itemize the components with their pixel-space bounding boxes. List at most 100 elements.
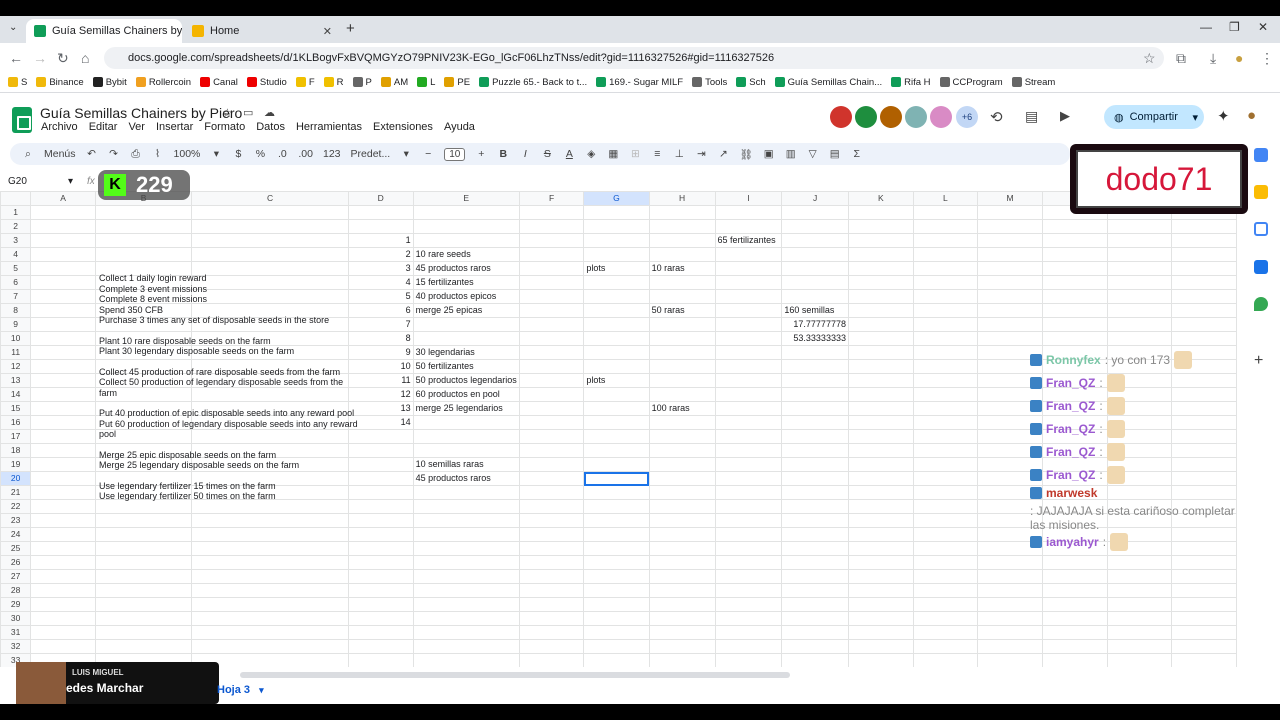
increase-decimal-button[interactable]: .00 — [298, 148, 313, 160]
bookmark-item[interactable]: Guía Semillas Chain... — [774, 77, 882, 88]
italic-icon[interactable]: I — [519, 148, 531, 160]
cell[interactable] — [847, 219, 914, 234]
cell[interactable] — [1041, 639, 1108, 654]
bookmark-item[interactable]: L — [417, 77, 435, 88]
cell[interactable] — [977, 331, 1043, 346]
cell[interactable] — [347, 569, 414, 584]
cell[interactable] — [977, 611, 1043, 626]
cell[interactable] — [648, 583, 716, 598]
keep-icon[interactable] — [1254, 185, 1268, 199]
cell[interactable] — [30, 457, 96, 472]
cell[interactable] — [1106, 303, 1173, 318]
cell[interactable] — [648, 597, 716, 612]
cell[interactable] — [1106, 583, 1173, 598]
cell[interactable] — [912, 387, 979, 402]
number-format-button[interactable]: 123 — [323, 148, 341, 160]
cell[interactable] — [847, 611, 914, 626]
text-rotation-icon[interactable]: ↗ — [717, 148, 729, 160]
cell[interactable] — [30, 289, 96, 304]
cell[interactable] — [714, 443, 783, 458]
cell[interactable] — [30, 345, 96, 360]
cell[interactable] — [191, 247, 349, 262]
cell[interactable] — [781, 653, 849, 667]
cell[interactable] — [714, 597, 783, 612]
sheet-tab-hoja3[interactable]: Hoja 3 ▾ — [217, 684, 264, 696]
row-header[interactable]: 20 — [0, 471, 32, 486]
cell[interactable] — [30, 611, 96, 626]
cell[interactable] — [847, 233, 914, 248]
row-header[interactable]: 16 — [0, 415, 32, 430]
chevron-down-icon[interactable]: ▾ — [259, 685, 264, 695]
filter-views-icon[interactable]: ▤ — [829, 148, 841, 160]
document-title[interactable]: Guía Semillas Chainers by Piero — [40, 105, 242, 121]
row-header[interactable]: 14 — [0, 387, 32, 402]
cell[interactable] — [977, 597, 1043, 612]
cell[interactable] — [94, 597, 193, 612]
cell[interactable] — [94, 513, 193, 528]
font-select[interactable]: Predet... — [351, 148, 391, 160]
browser-menu-icon[interactable]: ⋮ — [1260, 50, 1274, 67]
cell[interactable]: 45 productos raros — [412, 471, 520, 486]
collaborator-avatar[interactable] — [855, 106, 877, 128]
filter-icon[interactable]: ▽ — [807, 148, 819, 160]
cell[interactable] — [30, 415, 96, 430]
cell[interactable] — [714, 653, 783, 667]
cell[interactable] — [912, 499, 979, 514]
cell[interactable] — [583, 583, 650, 598]
share-button[interactable]: ◍ Compartir ▾ — [1104, 105, 1204, 129]
cell[interactable] — [912, 205, 979, 220]
cell[interactable] — [714, 219, 783, 234]
cell[interactable] — [94, 639, 193, 654]
cell[interactable] — [94, 625, 193, 640]
menu-item[interactable]: Extensiones — [373, 121, 433, 133]
cell[interactable] — [714, 499, 783, 514]
cell[interactable] — [518, 317, 585, 332]
cell[interactable] — [583, 387, 650, 402]
cell[interactable] — [583, 289, 650, 304]
cell[interactable] — [847, 513, 914, 528]
cell[interactable] — [714, 527, 783, 542]
cell[interactable] — [781, 513, 849, 528]
history-icon[interactable]: ⟲ — [990, 108, 1003, 126]
cell[interactable] — [191, 625, 349, 640]
cell[interactable] — [781, 415, 849, 430]
cell[interactable] — [1041, 583, 1108, 598]
cell[interactable] — [518, 275, 585, 290]
bookmark-item[interactable]: Tools — [692, 77, 727, 88]
menu-item[interactable]: Herramientas — [296, 121, 362, 133]
cell[interactable] — [583, 345, 650, 360]
menu-item[interactable]: Ayuda — [444, 121, 475, 133]
row-header[interactable]: 15 — [0, 401, 32, 416]
cell[interactable] — [781, 569, 849, 584]
cell[interactable] — [1041, 275, 1108, 290]
row-header[interactable]: 9 — [0, 317, 32, 332]
cell[interactable] — [912, 471, 979, 486]
add-addon-icon[interactable]: + — [1254, 352, 1263, 370]
cell[interactable] — [781, 639, 849, 654]
cell[interactable] — [583, 499, 650, 514]
cell[interactable] — [714, 471, 783, 486]
cell[interactable] — [781, 471, 849, 486]
bookmark-item[interactable]: Puzzle 65.- Back to t... — [479, 77, 587, 88]
fill-color-icon[interactable]: ◈ — [585, 148, 597, 160]
cell[interactable] — [781, 611, 849, 626]
row-header[interactable]: 12 — [0, 359, 32, 374]
cell[interactable] — [648, 555, 716, 570]
cell[interactable] — [30, 317, 96, 332]
gemini-icon[interactable]: ✦ — [1217, 107, 1230, 125]
contacts-icon[interactable] — [1254, 260, 1268, 274]
cell[interactable]: 40 productos epicos — [412, 289, 520, 304]
cell[interactable] — [583, 527, 650, 542]
cell[interactable] — [1106, 317, 1173, 332]
cell[interactable] — [847, 569, 914, 584]
cell[interactable] — [714, 387, 783, 402]
cell[interactable] — [412, 485, 520, 500]
cell[interactable] — [583, 457, 650, 472]
cell[interactable] — [847, 443, 914, 458]
cell[interactable] — [1171, 317, 1237, 332]
cell[interactable] — [781, 345, 849, 360]
cell[interactable] — [1171, 303, 1237, 318]
cell[interactable] — [412, 233, 520, 248]
cell[interactable] — [781, 359, 849, 374]
cell[interactable] — [583, 233, 650, 248]
